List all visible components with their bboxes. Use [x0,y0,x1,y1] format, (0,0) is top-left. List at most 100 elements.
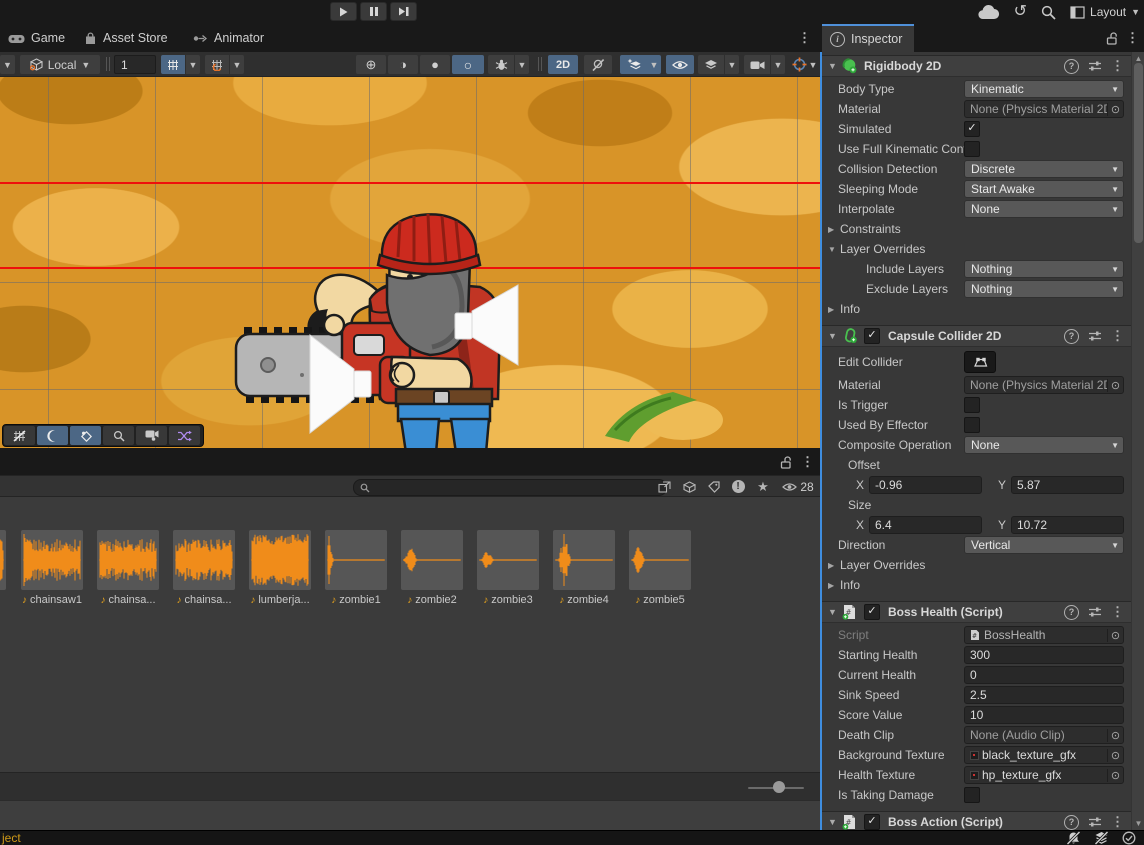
kebab-menu-icon[interactable]: ⋮ [1111,58,1124,74]
open-in-new-window-icon[interactable] [655,478,673,495]
asset-item[interactable]: ♪zombie4 [546,530,622,606]
project-search-field[interactable] [353,479,667,496]
draw-mode-unlit-button[interactable]: ● [420,55,450,74]
asset-item[interactable]: ♪chainsa... [90,530,166,606]
camera-settings-button[interactable] [744,55,770,74]
checkbox[interactable]: ✓ [964,121,980,137]
pivot-local-dropdown[interactable]: Local ▼ [20,55,100,74]
audio-waveform-thumbnail[interactable] [21,530,83,590]
text-field[interactable]: 10 [964,706,1124,724]
foldout-open-icon[interactable]: ▼ [828,245,840,254]
scene-viewport[interactable] [0,77,820,448]
grid-visual-toggle[interactable] [205,55,229,74]
asset-item[interactable]: ♪lumberja... [242,530,318,606]
2d-mode-toggle[interactable]: 2D [548,55,578,74]
audio-waveform-thumbnail[interactable] [97,530,159,590]
lighting-toggle[interactable] [584,55,612,74]
audio-waveform-thumbnail[interactable] [553,530,615,590]
x-field[interactable]: -0.96 [869,476,982,494]
asset-item[interactable]: ♪zombie2 [394,530,470,606]
edit-collider-button[interactable] [964,351,996,373]
grid-visual-dropdown-icon[interactable]: ▼ [230,55,244,74]
object-picker-icon[interactable]: ⊙ [1107,629,1123,642]
debug-dropdown-icon[interactable]: ▼ [515,55,529,74]
object-field[interactable]: hp_texture_gfx⊙ [964,766,1124,784]
object-field[interactable]: black_texture_gfx⊙ [964,746,1124,764]
undo-history-icon[interactable]: ↺ [1014,4,1027,20]
random-shuffle-button[interactable] [169,426,200,445]
inspector-menu-icon[interactable]: ⋮ [1126,24,1139,52]
dropdown-field[interactable]: Discrete▼ [964,160,1124,178]
presets-icon[interactable] [1088,60,1102,72]
y-field[interactable]: 5.87 [1011,476,1124,494]
object-picker-icon[interactable]: ⊙ [1107,769,1123,782]
checkbox[interactable] [964,417,980,433]
presets-icon[interactable] [1088,606,1102,618]
layout-dropdown[interactable]: Layout ▼ [1070,5,1140,19]
scroll-down-icon[interactable]: ▼ [1132,819,1144,828]
grid-size-input[interactable] [114,55,156,74]
tab-inspector[interactable]: i Inspector [822,24,914,52]
text-field[interactable]: 0 [964,666,1124,684]
camera-preview-button[interactable] [136,426,167,445]
foldout-closed-icon[interactable]: ▶ [828,581,840,590]
foldout-open-icon[interactable]: ▼ [828,331,842,341]
dropdown-field[interactable]: None▼ [964,200,1124,218]
project-lock-icon[interactable] [780,448,792,476]
save-search-button[interactable]: ★ [753,478,773,495]
notifications-muted-icon[interactable] [1066,831,1081,845]
boss-character-sprite[interactable] [230,207,530,448]
tab-bar-menu-icon[interactable]: ⋮ [798,24,811,52]
project-menu-icon[interactable]: ⋮ [801,448,814,476]
object-field[interactable]: #BossHealth⊙ [964,626,1124,644]
component-enabled-checkbox[interactable]: ✓ [864,604,880,620]
search-by-type-button[interactable] [678,478,700,495]
object-field[interactable]: None (Physics Material 2D)⊙ [964,376,1124,394]
component-header[interactable]: ▼#✓Boss Action (Script)?⋮ [822,811,1144,830]
presets-icon[interactable] [1088,330,1102,342]
scroll-up-icon[interactable]: ▲ [1132,54,1144,63]
kebab-menu-icon[interactable]: ⋮ [1111,604,1124,620]
debug-bug-button[interactable] [488,55,514,74]
tab-animator[interactable]: Animator [193,24,264,52]
scene-visibility-toggle[interactable] [666,55,694,74]
audio-waveform-thumbnail[interactable] [629,530,691,590]
asset-item[interactable]: ♪chainsa... [166,530,242,606]
draw-mode-wireframe-button[interactable]: ◑ [388,55,418,74]
step-button[interactable] [390,2,417,21]
overflow-dropdown-icon[interactable]: ▼ [0,55,15,74]
foldout-closed-icon[interactable]: ▶ [828,305,840,314]
project-asset-grid[interactable]: ♪chainsaw1♪chainsa...♪chainsa...♪lumberj… [0,497,820,772]
object-picker-icon[interactable]: ⊙ [1107,729,1123,742]
hidden-items-toggle[interactable]: 28 [779,478,817,495]
help-icon[interactable]: ? [1064,59,1079,74]
checkbox[interactable] [964,787,980,803]
search-by-label-button[interactable] [704,478,724,495]
object-field[interactable]: None (Physics Material 2D)⊙ [964,100,1124,118]
search-by-log-button[interactable]: ! [728,478,748,495]
grid-off-button[interactable] [4,426,35,445]
text-field[interactable]: 2.5 [964,686,1124,704]
help-icon[interactable]: ? [1064,815,1079,830]
foldout-closed-icon[interactable]: ▶ [828,225,840,234]
skybox-toggle-button[interactable] [37,426,68,445]
draw-mode-shaded-button[interactable]: ⊕ [356,55,386,74]
foldout-open-icon[interactable]: ▼ [828,61,842,71]
kebab-menu-icon[interactable]: ⋮ [1111,328,1124,344]
scrollbar-thumb[interactable] [1134,63,1143,243]
audio-waveform-thumbnail[interactable] [401,530,463,590]
object-picker-icon[interactable]: ⊙ [1107,103,1123,116]
search-icon[interactable] [1041,5,1056,20]
inspector-scrollbar[interactable]: ▲ ▼ [1131,52,1144,830]
grid-snap-dropdown-icon[interactable]: ▼ [186,55,200,74]
progress-ok-icon[interactable] [1122,831,1136,845]
foldout-open-icon[interactable]: ▼ [828,817,842,827]
audio-waveform-thumbnail[interactable] [477,530,539,590]
object-picker-icon[interactable]: ⊙ [1107,749,1123,762]
help-icon[interactable]: ? [1064,329,1079,344]
asset-item[interactable]: ♪zombie5 [622,530,698,606]
component-header[interactable]: ▼Rigidbody 2D?⋮ [822,55,1144,77]
foldout-open-icon[interactable]: ▼ [828,607,842,617]
audio-waveform-thumbnail[interactable] [249,530,311,590]
audio-waveform-thumbnail[interactable] [173,530,235,590]
